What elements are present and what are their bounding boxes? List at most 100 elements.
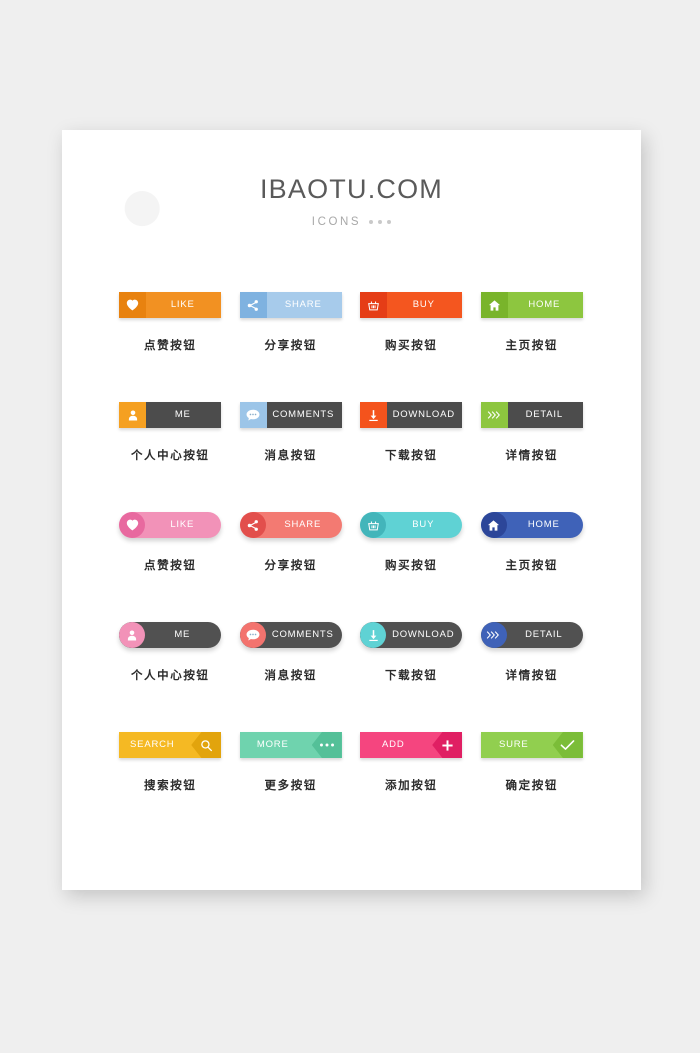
ellipsis-icon	[311, 732, 342, 758]
check-icon	[552, 732, 583, 758]
button-row: SEARCH 搜索按钮 MORE 更多按钮 ADD 添加按钮 SURE 确定按钮	[110, 726, 592, 836]
like-button[interactable]: LIKE	[119, 292, 222, 318]
user-icon	[119, 402, 147, 428]
home-button[interactable]: HOME	[480, 292, 583, 318]
button-cell: SEARCH 搜索按钮	[110, 726, 231, 836]
button-cell: LIKE 点赞按钮	[110, 286, 231, 396]
button-label: LIKE	[170, 519, 195, 531]
button-caption: 消息按钮	[264, 448, 317, 462]
search-button[interactable]: SEARCH	[119, 732, 222, 758]
button-row: LIKE 点赞按钮 SHARE 分享按钮 BUY 购买按钮 HOME 主页按钮	[110, 506, 592, 616]
add-button[interactable]: ADD	[360, 732, 463, 758]
button-caption: 点赞按钮	[144, 558, 197, 572]
button-label: MORE	[256, 739, 289, 751]
button-cell: ADD 添加按钮	[351, 726, 472, 836]
button-label: ME	[174, 629, 191, 641]
download-icon	[360, 402, 388, 428]
button-label: DOWNLOAD	[392, 409, 455, 421]
button-label: BUY	[412, 519, 435, 531]
download-button-round[interactable]: DOWNLOAD	[360, 622, 463, 648]
share-icon	[239, 512, 266, 538]
sure-button[interactable]: SURE	[480, 732, 583, 758]
button-caption: 购买按钮	[385, 338, 438, 352]
button-caption: 分享按钮	[264, 338, 317, 352]
button-caption: 主页按钮	[505, 558, 558, 572]
button-label: DETAIL	[525, 409, 563, 421]
me-button[interactable]: ME	[119, 402, 222, 428]
button-cell: SHARE 分享按钮	[231, 286, 352, 396]
download-button[interactable]: DOWNLOAD	[360, 402, 463, 428]
button-caption: 详情按钮	[505, 668, 558, 682]
button-caption: 更多按钮	[264, 778, 317, 792]
button-caption: 搜索按钮	[144, 778, 197, 792]
buy-button-round[interactable]: BUY	[360, 512, 463, 538]
button-grid: LIKE 点赞按钮 SHARE 分享按钮 BUY 购买按钮 HOME 主页按钮 ME 个人中心按钮…	[110, 286, 592, 836]
like-button-round[interactable]: LIKE	[119, 512, 222, 538]
button-label: SURE	[498, 739, 529, 751]
button-row: LIKE 点赞按钮 SHARE 分享按钮 BUY 购买按钮 HOME 主页按钮	[110, 286, 592, 396]
button-label: DOWNLOAD	[392, 629, 455, 641]
comments-button-round[interactable]: COMMENTS	[239, 622, 342, 648]
button-cell: DETAIL 详情按钮	[472, 616, 593, 726]
button-cell: MORE 更多按钮	[231, 726, 352, 836]
button-label: LIKE	[170, 299, 195, 311]
dots-decoration	[369, 220, 392, 224]
comments-button[interactable]: COMMENTS	[239, 402, 342, 428]
button-caption: 点赞按钮	[144, 338, 197, 352]
button-caption: 下载按钮	[385, 448, 438, 462]
button-cell: SHARE 分享按钮	[231, 506, 352, 616]
icon-sheet-card: ● IBAOTU.COM ICONS LIKE点赞按钮SHARE分享按钮BUY购…	[62, 130, 641, 890]
share-button[interactable]: SHARE	[239, 292, 342, 318]
basket-icon	[360, 292, 388, 318]
button-row: ME 个人中心按钮 COMMENTS 消息按钮 DOWNLOAD 下载按钮 DETAIL 详情…	[110, 396, 592, 506]
button-caption: 个人中心按钮	[130, 448, 210, 462]
button-caption: 主页按钮	[505, 338, 558, 352]
more-button[interactable]: MORE	[239, 732, 342, 758]
sheet-header: IBAOTU.COM ICONS	[62, 174, 641, 228]
button-cell: COMMENTS 消息按钮	[231, 396, 352, 506]
button-caption: 购买按钮	[385, 558, 438, 572]
button-cell: LIKE 点赞按钮	[110, 506, 231, 616]
button-cell: ME 个人中心按钮	[110, 396, 231, 506]
home-button-round[interactable]: HOME	[480, 512, 583, 538]
button-label: SHARE	[284, 519, 322, 531]
user-icon	[119, 622, 146, 648]
button-label: HOME	[527, 519, 560, 531]
comment-icon	[239, 622, 266, 648]
button-cell: SURE 确定按钮	[472, 726, 593, 836]
button-cell: HOME 主页按钮	[472, 506, 593, 616]
basket-icon	[360, 512, 387, 538]
button-cell: DETAIL 详情按钮	[472, 396, 593, 506]
home-icon	[480, 292, 508, 318]
download-icon	[360, 622, 387, 648]
share-button-round[interactable]: SHARE	[239, 512, 342, 538]
comment-icon	[239, 402, 267, 428]
detail-button[interactable]: DETAIL	[480, 402, 583, 428]
button-label: BUY	[412, 299, 435, 311]
page-subtitle: ICONS	[311, 216, 362, 228]
button-cell: COMMENTS 消息按钮	[231, 616, 352, 726]
button-caption: 详情按钮	[505, 448, 558, 462]
button-cell: BUY 购买按钮	[351, 286, 472, 396]
button-cell: ME 个人中心按钮	[110, 616, 231, 726]
button-label: HOME	[528, 299, 561, 311]
chevrons-icon	[480, 622, 507, 648]
button-label: SHARE	[284, 299, 322, 311]
share-icon	[239, 292, 267, 318]
button-cell: BUY 购买按钮	[351, 506, 472, 616]
button-label: ADD	[382, 739, 405, 751]
button-label: COMMENTS	[271, 629, 334, 641]
home-icon	[480, 512, 507, 538]
button-label: ME	[174, 409, 191, 421]
button-label: SEARCH	[130, 739, 175, 751]
buy-button[interactable]: BUY	[360, 292, 463, 318]
search-icon	[191, 732, 222, 758]
detail-button-round[interactable]: DETAIL	[480, 622, 583, 648]
button-caption: 消息按钮	[264, 668, 317, 682]
button-caption: 下载按钮	[385, 668, 438, 682]
button-caption: 个人中心按钮	[130, 668, 210, 682]
heart-icon	[119, 292, 147, 318]
me-button-round[interactable]: ME	[119, 622, 222, 648]
heart-icon	[119, 512, 146, 538]
button-caption: 添加按钮	[385, 778, 438, 792]
